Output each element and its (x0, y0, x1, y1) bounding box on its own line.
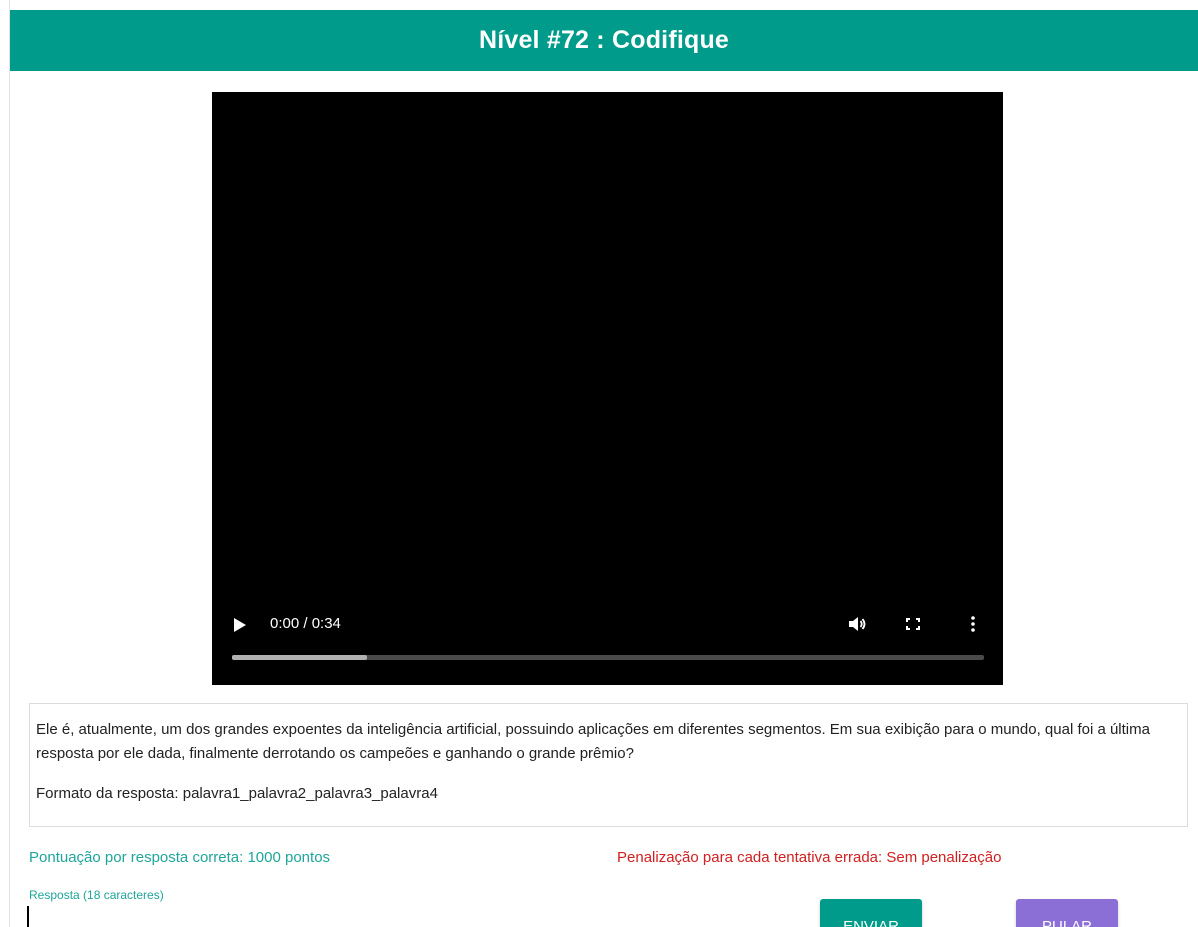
answer-format: Formato da resposta: palavra1_palavra2_p… (36, 785, 438, 802)
page: Nível #72 : Codifique 0:00 / 0:34 Ele é,… (0, 0, 1198, 927)
frame-border (9, 0, 10, 927)
more-icon[interactable] (962, 614, 984, 634)
level-header: Nível #72 : Codifique (10, 10, 1198, 71)
question-text: Ele é, atualmente, um dos grandes expoen… (36, 721, 1150, 762)
send-button[interactable]: ENVIAR (820, 899, 922, 927)
page-title: Nível #72 : Codifique (478, 26, 730, 54)
video-progress-fill (232, 655, 368, 660)
volume-icon[interactable] (846, 614, 868, 634)
video-progress-bar[interactable] (232, 655, 984, 660)
answer-label: Resposta (18 caracteres) (29, 888, 164, 902)
skip-button[interactable]: PULAR (1016, 899, 1118, 927)
score-info: Pontuação por resposta correta: 1000 pon… (29, 849, 331, 866)
video-player[interactable]: 0:00 / 0:34 (212, 92, 1003, 685)
question-panel: Ele é, atualmente, um dos grandes expoen… (29, 703, 1188, 827)
video-time: 0:00 / 0:34 (270, 615, 341, 632)
fullscreen-icon[interactable] (902, 614, 924, 634)
play-icon[interactable] (234, 618, 246, 632)
answer-input[interactable] (27, 906, 731, 927)
penalty-info: Penalização para cada tentativa errada: … (617, 849, 1002, 866)
